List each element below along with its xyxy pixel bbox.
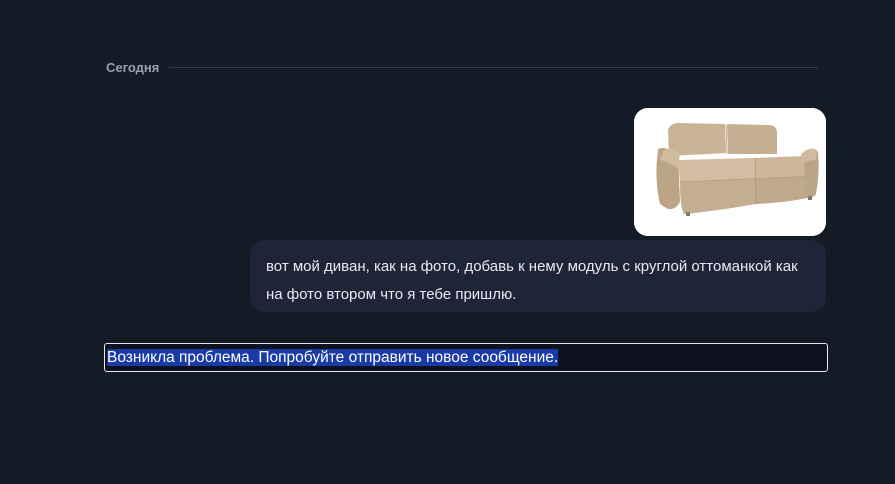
error-message: Возникла проблема. Попробуйте отправить …: [104, 343, 828, 372]
divider-line: [169, 66, 818, 68]
attached-image[interactable]: [634, 108, 826, 236]
date-divider: Сегодня: [106, 58, 818, 76]
error-message-text: Возникла проблема. Попробуйте отправить …: [107, 349, 559, 366]
sofa-image: [634, 108, 826, 236]
date-divider-label: Сегодня: [106, 59, 160, 75]
user-message-text: вот мой диван, как на фото, добавь к нем…: [266, 258, 798, 303]
chat-thread: Сегодня вот мой диван, как на фото, доба…: [0, 0, 895, 484]
user-message-bubble: вот мой диван, как на фото, добавь к нем…: [250, 240, 826, 312]
